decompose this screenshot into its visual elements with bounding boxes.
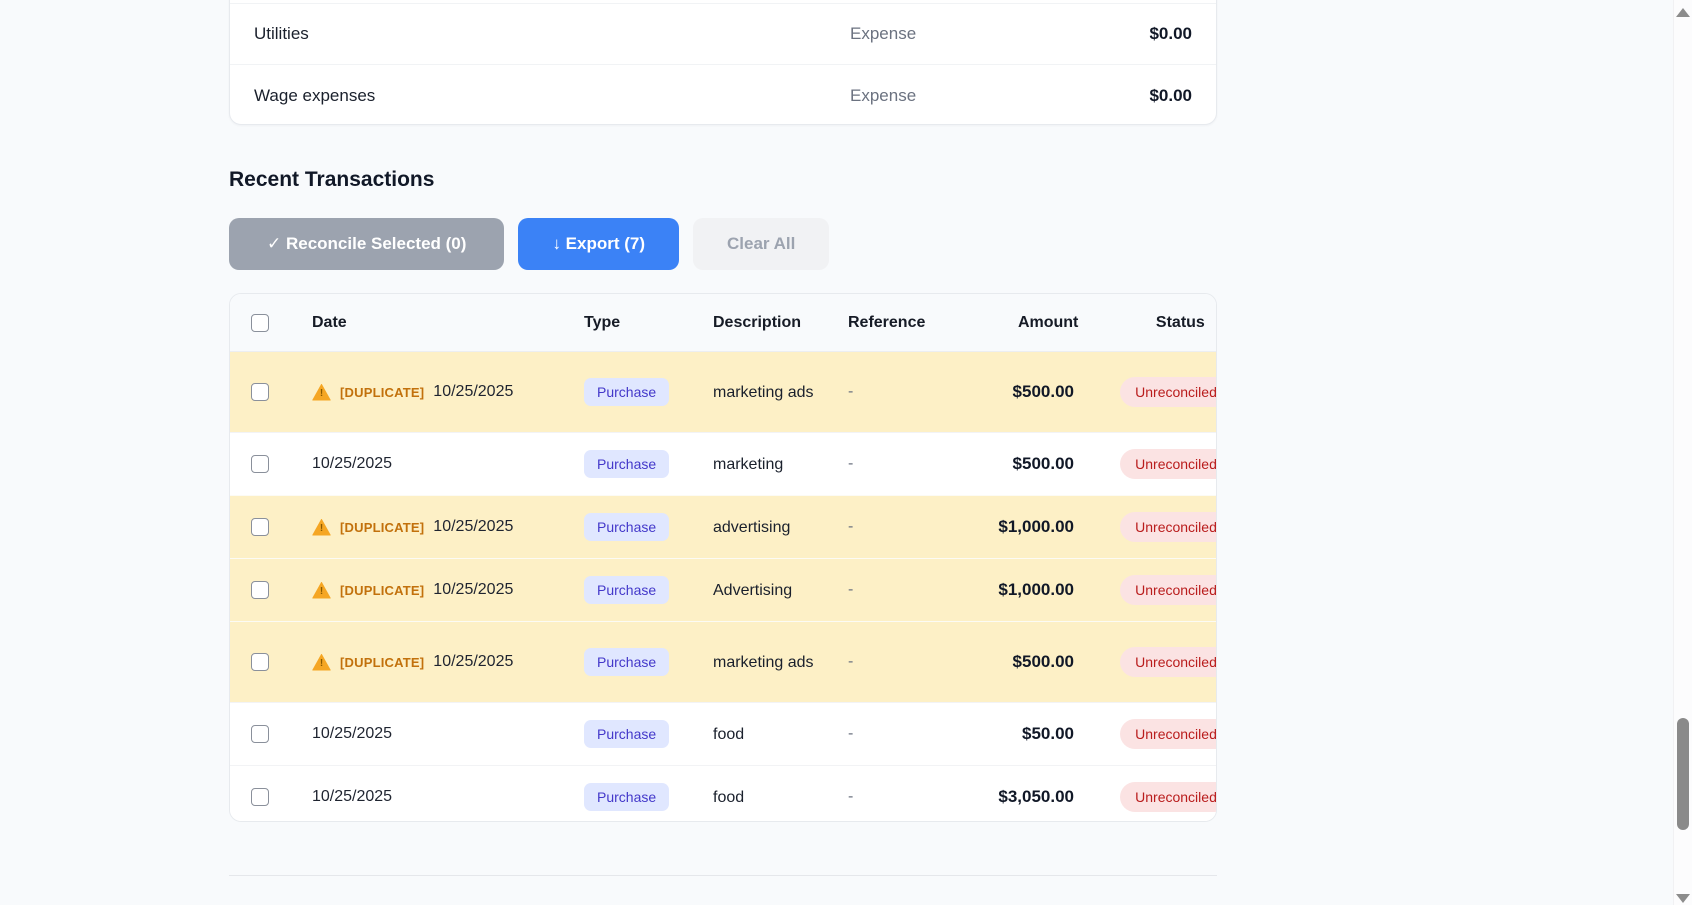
transaction-reference: -: [827, 622, 921, 702]
warning-icon: !: [312, 654, 331, 671]
row-checkbox[interactable]: [251, 455, 269, 473]
transaction-reference: -: [827, 766, 921, 822]
duplicate-flag: [DUPLICATE]: [340, 385, 424, 400]
status-badge: Unreconciled: [1120, 449, 1217, 479]
column-header-amount: Amount: [925, 294, 1090, 351]
transaction-amount: $500.00: [921, 622, 1086, 702]
account-type: Expense: [850, 86, 1149, 106]
duplicate-flag: [DUPLICATE]: [340, 520, 424, 535]
app-viewport: Utilities Expense $0.00 Wage expenses Ex…: [0, 0, 1692, 905]
table-header-row: Date Type Description Reference Amount S…: [230, 294, 1217, 352]
account-row-wage-expenses: Wage expenses Expense $0.00: [230, 65, 1216, 125]
transaction-amount: $50.00: [921, 703, 1086, 765]
page-title: Recent Transactions: [229, 168, 434, 192]
type-badge: Purchase: [584, 378, 669, 406]
accounts-card: Utilities Expense $0.00 Wage expenses Ex…: [229, 0, 1217, 125]
column-header-type: Type: [584, 294, 705, 351]
scrollbar-thumb[interactable]: [1677, 718, 1689, 830]
column-header-reference: Reference: [827, 294, 925, 351]
type-badge: Purchase: [584, 720, 669, 748]
transaction-description: marketing ads: [705, 622, 827, 702]
type-badge: Purchase: [584, 513, 669, 541]
select-all-checkbox[interactable]: [251, 314, 269, 332]
row-checkbox[interactable]: [251, 653, 269, 671]
row-checkbox[interactable]: [251, 518, 269, 536]
column-header-date: Date: [291, 294, 584, 351]
column-header-status: Status: [1090, 294, 1217, 351]
transaction-date: 10/25/2025: [433, 653, 513, 671]
table-body: ! [DUPLICATE] 10/25/2025 Purchase market…: [230, 352, 1216, 822]
table-row: ! 10/25/2025 Purchase marketing - $500.0…: [230, 432, 1217, 495]
transaction-amount: $1,000.00: [921, 559, 1086, 621]
table-row: ! [DUPLICATE] 10/25/2025 Purchase market…: [230, 621, 1217, 702]
table-row: ! [DUPLICATE] 10/25/2025 Purchase Advert…: [230, 558, 1217, 621]
account-name: Utilities: [254, 24, 850, 44]
table-row: ! [DUPLICATE] 10/25/2025 Purchase market…: [230, 352, 1217, 432]
status-badge: Unreconciled: [1120, 512, 1217, 542]
transaction-date: 10/25/2025: [433, 383, 513, 401]
transaction-description: marketing ads: [705, 352, 827, 432]
account-amount: $0.00: [1149, 24, 1192, 44]
transaction-description: food: [705, 703, 827, 765]
warning-icon: !: [312, 384, 331, 401]
scroll-up-button[interactable]: [1676, 8, 1690, 17]
transaction-date: 10/25/2025: [312, 788, 392, 806]
transaction-amount: $1,000.00: [921, 496, 1086, 558]
status-badge: Unreconciled: [1120, 782, 1217, 812]
transaction-date: 10/25/2025: [312, 455, 392, 473]
transaction-amount: $500.00: [921, 352, 1086, 432]
account-name: Wage expenses: [254, 86, 850, 106]
transaction-reference: -: [827, 559, 921, 621]
scrollbar-track[interactable]: [1673, 0, 1692, 905]
duplicate-flag: [DUPLICATE]: [340, 655, 424, 670]
transaction-description: advertising: [705, 496, 827, 558]
row-checkbox[interactable]: [251, 725, 269, 743]
transaction-reference: -: [827, 703, 921, 765]
section-divider: [229, 875, 1217, 876]
row-checkbox[interactable]: [251, 581, 269, 599]
type-badge: Purchase: [584, 648, 669, 676]
transaction-description: Advertising: [705, 559, 827, 621]
scroll-down-button[interactable]: [1676, 894, 1690, 903]
table-row: ! 10/25/2025 Purchase food - $50.00 Unre…: [230, 702, 1217, 765]
transaction-amount: $500.00: [921, 433, 1086, 495]
type-badge: Purchase: [584, 576, 669, 604]
column-header-description: Description: [705, 294, 827, 351]
duplicate-flag: [DUPLICATE]: [340, 583, 424, 598]
transactions-toolbar: ✓ Reconcile Selected (0) ↓ Export (7) Cl…: [229, 218, 829, 270]
transaction-date: 10/25/2025: [433, 581, 513, 599]
transaction-description: marketing: [705, 433, 827, 495]
row-checkbox[interactable]: [251, 788, 269, 806]
transaction-date: 10/25/2025: [433, 518, 513, 536]
account-row-utilities: Utilities Expense $0.00: [230, 4, 1216, 65]
status-badge: Unreconciled: [1120, 575, 1217, 605]
export-button[interactable]: ↓ Export (7): [518, 218, 679, 270]
transaction-date: 10/25/2025: [312, 725, 392, 743]
transaction-amount: $3,050.00: [921, 766, 1086, 822]
row-checkbox[interactable]: [251, 383, 269, 401]
account-amount: $0.00: [1149, 86, 1192, 106]
table-row: ! [DUPLICATE] 10/25/2025 Purchase advert…: [230, 495, 1217, 558]
type-badge: Purchase: [584, 783, 669, 811]
table-row: ! 10/25/2025 Purchase food - $3,050.00 U…: [230, 765, 1217, 822]
transaction-reference: -: [827, 433, 921, 495]
status-badge: Unreconciled: [1120, 719, 1217, 749]
warning-icon: !: [312, 519, 331, 536]
status-badge: Unreconciled: [1120, 647, 1217, 677]
transactions-table: Date Type Description Reference Amount S…: [229, 293, 1217, 822]
transaction-description: food: [705, 766, 827, 822]
transaction-reference: -: [827, 496, 921, 558]
type-badge: Purchase: [584, 450, 669, 478]
transaction-reference: -: [827, 352, 921, 432]
account-type: Expense: [850, 24, 1149, 44]
warning-icon: !: [312, 582, 331, 599]
status-badge: Unreconciled: [1120, 377, 1217, 407]
clear-all-button[interactable]: Clear All: [693, 218, 829, 270]
reconcile-selected-button[interactable]: ✓ Reconcile Selected (0): [229, 218, 504, 270]
